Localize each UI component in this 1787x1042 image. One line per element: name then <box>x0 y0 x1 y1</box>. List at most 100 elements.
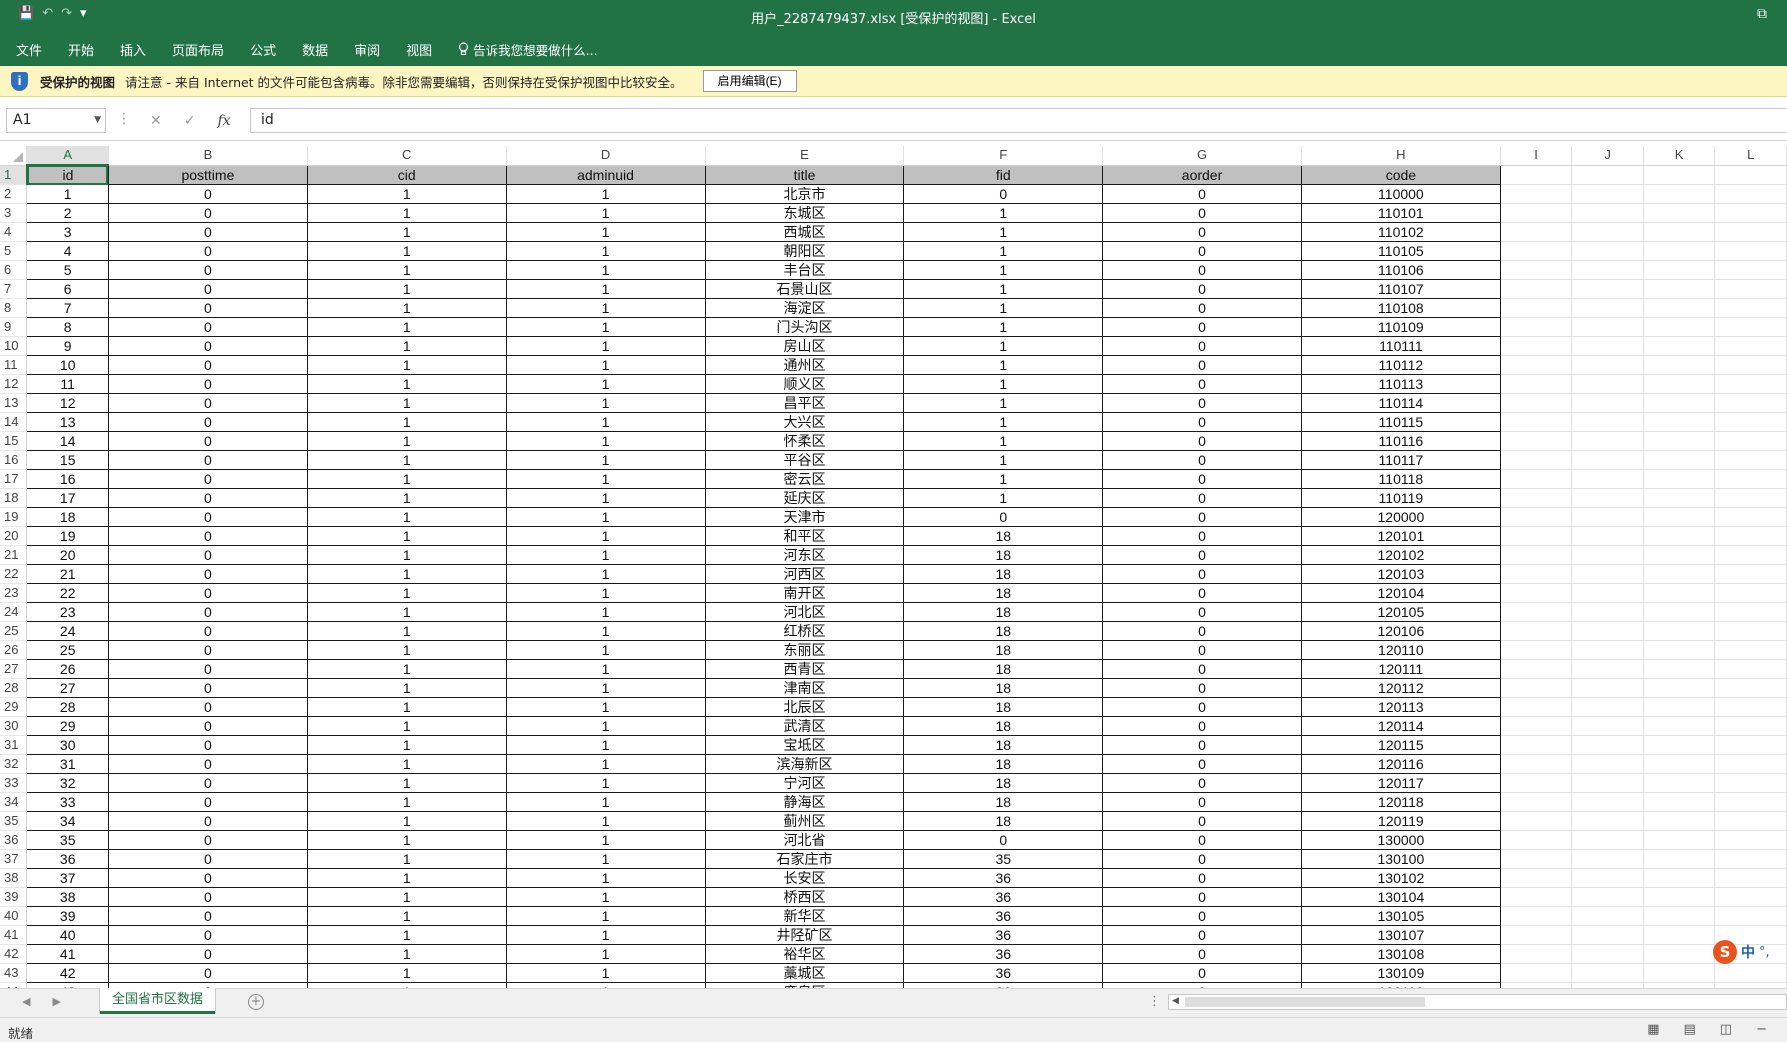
data-cell[interactable]: 7 <box>26 298 109 318</box>
data-cell[interactable]: 0 <box>1102 944 1302 964</box>
data-cell[interactable]: 34 <box>26 811 109 831</box>
row-header[interactable]: 38 <box>0 868 28 888</box>
data-cell[interactable]: 18 <box>903 545 1104 565</box>
data-cell[interactable]: 0 <box>107 298 308 318</box>
data-cell[interactable]: 110114 <box>1300 393 1501 413</box>
data-cell[interactable]: 1 <box>306 697 507 717</box>
tab-formulas[interactable]: 公式 <box>250 40 276 59</box>
data-cell[interactable]: 130102 <box>1300 868 1501 888</box>
data-cell[interactable]: 1 <box>306 355 507 375</box>
empty-cell[interactable] <box>1500 735 1573 755</box>
data-cell[interactable]: 津南区 <box>704 678 905 698</box>
data-cell[interactable]: 1 <box>505 222 706 242</box>
empty-cell[interactable] <box>1500 431 1573 451</box>
row-header[interactable]: 18 <box>0 488 28 508</box>
empty-cell[interactable] <box>1500 203 1573 223</box>
data-cell[interactable]: 丰台区 <box>704 260 905 280</box>
empty-cell[interactable] <box>1643 241 1716 261</box>
header-cell[interactable]: posttime <box>107 164 308 185</box>
data-cell[interactable]: 0 <box>107 792 308 812</box>
empty-cell[interactable] <box>1714 735 1787 755</box>
row-header[interactable]: 3 <box>0 203 28 223</box>
data-cell[interactable]: 16 <box>26 469 109 489</box>
data-cell[interactable]: 0 <box>1102 697 1302 717</box>
row-header[interactable]: 4 <box>0 222 28 242</box>
data-cell[interactable]: 0 <box>1102 906 1302 926</box>
data-cell[interactable]: 1 <box>306 279 507 299</box>
data-cell[interactable]: 1 <box>306 393 507 413</box>
data-cell[interactable]: 1 <box>306 374 507 394</box>
data-cell[interactable]: 1 <box>903 279 1104 299</box>
empty-cell[interactable] <box>1571 621 1644 641</box>
data-cell[interactable]: 41 <box>26 944 109 964</box>
row-header[interactable]: 37 <box>0 849 28 869</box>
data-cell[interactable]: 0 <box>107 868 308 888</box>
empty-cell[interactable] <box>1643 222 1716 242</box>
data-cell[interactable]: 1 <box>306 621 507 641</box>
data-cell[interactable]: 1 <box>306 754 507 774</box>
row-header[interactable]: 10 <box>0 336 28 356</box>
data-cell[interactable]: 1 <box>505 963 706 983</box>
data-cell[interactable]: 新华区 <box>704 906 905 926</box>
empty-cell[interactable] <box>1500 849 1573 869</box>
data-cell[interactable]: 河东区 <box>704 545 905 565</box>
data-cell[interactable]: 0 <box>1102 488 1302 508</box>
data-cell[interactable]: 27 <box>26 678 109 698</box>
data-cell[interactable]: 1 <box>306 944 507 964</box>
data-cell[interactable]: 平谷区 <box>704 450 905 470</box>
data-cell[interactable]: 1 <box>306 298 507 318</box>
data-cell[interactable]: 延庆区 <box>704 488 905 508</box>
empty-cell[interactable] <box>1714 545 1787 565</box>
data-cell[interactable]: 1 <box>306 336 507 356</box>
data-cell[interactable]: 120113 <box>1300 697 1501 717</box>
data-cell[interactable]: 东城区 <box>704 203 905 223</box>
data-cell[interactable]: 裕华区 <box>704 944 905 964</box>
empty-cell[interactable] <box>1643 450 1716 470</box>
empty-cell[interactable] <box>1714 317 1787 337</box>
column-header-l[interactable]: L <box>1714 146 1787 166</box>
empty-cell[interactable] <box>1643 602 1716 622</box>
empty-cell[interactable] <box>1571 716 1644 736</box>
data-cell[interactable]: 1 <box>505 925 706 945</box>
empty-cell[interactable] <box>1500 868 1573 888</box>
empty-cell[interactable] <box>1571 906 1644 926</box>
data-cell[interactable]: 1 <box>505 830 706 850</box>
empty-cell[interactable] <box>1571 944 1644 964</box>
data-cell[interactable]: 0 <box>1102 450 1302 470</box>
data-cell[interactable]: 38 <box>26 887 109 907</box>
empty-cell[interactable] <box>1500 488 1573 508</box>
data-cell[interactable]: 1 <box>306 545 507 565</box>
empty-cell[interactable] <box>1643 507 1716 527</box>
data-cell[interactable]: 130100 <box>1300 849 1501 869</box>
data-cell[interactable]: 0 <box>1102 963 1302 983</box>
data-cell[interactable]: 红桥区 <box>704 621 905 641</box>
data-cell[interactable]: 通州区 <box>704 355 905 375</box>
row-header[interactable]: 7 <box>0 279 28 299</box>
data-cell[interactable]: 39 <box>26 906 109 926</box>
data-cell[interactable]: 8 <box>26 317 109 337</box>
header-cell[interactable]: adminuid <box>505 164 706 185</box>
row-header[interactable]: 14 <box>0 412 28 432</box>
data-cell[interactable]: 19 <box>26 526 109 546</box>
data-cell[interactable]: 0 <box>903 830 1104 850</box>
data-cell[interactable]: 1 <box>306 868 507 888</box>
data-cell[interactable]: 1 <box>903 450 1104 470</box>
empty-cell[interactable] <box>1714 298 1787 318</box>
data-cell[interactable]: 1 <box>505 811 706 831</box>
data-cell[interactable]: 1 <box>505 640 706 660</box>
data-cell[interactable]: 1 <box>505 887 706 907</box>
data-cell[interactable]: 1 <box>505 564 706 584</box>
data-cell[interactable]: 0 <box>107 336 308 356</box>
data-cell[interactable]: 0 <box>1102 868 1302 888</box>
tab-page-layout[interactable]: 页面布局 <box>172 40 224 59</box>
empty-cell[interactable] <box>1500 716 1573 736</box>
empty-cell[interactable] <box>1714 868 1787 888</box>
data-cell[interactable]: 0 <box>107 184 308 204</box>
empty-cell[interactable] <box>1571 526 1644 546</box>
data-cell[interactable]: 36 <box>26 849 109 869</box>
row-header[interactable]: 27 <box>0 659 28 679</box>
empty-cell[interactable] <box>1571 298 1644 318</box>
data-cell[interactable]: 110106 <box>1300 260 1501 280</box>
header-cell[interactable]: title <box>704 164 905 185</box>
data-cell[interactable]: 0 <box>107 393 308 413</box>
